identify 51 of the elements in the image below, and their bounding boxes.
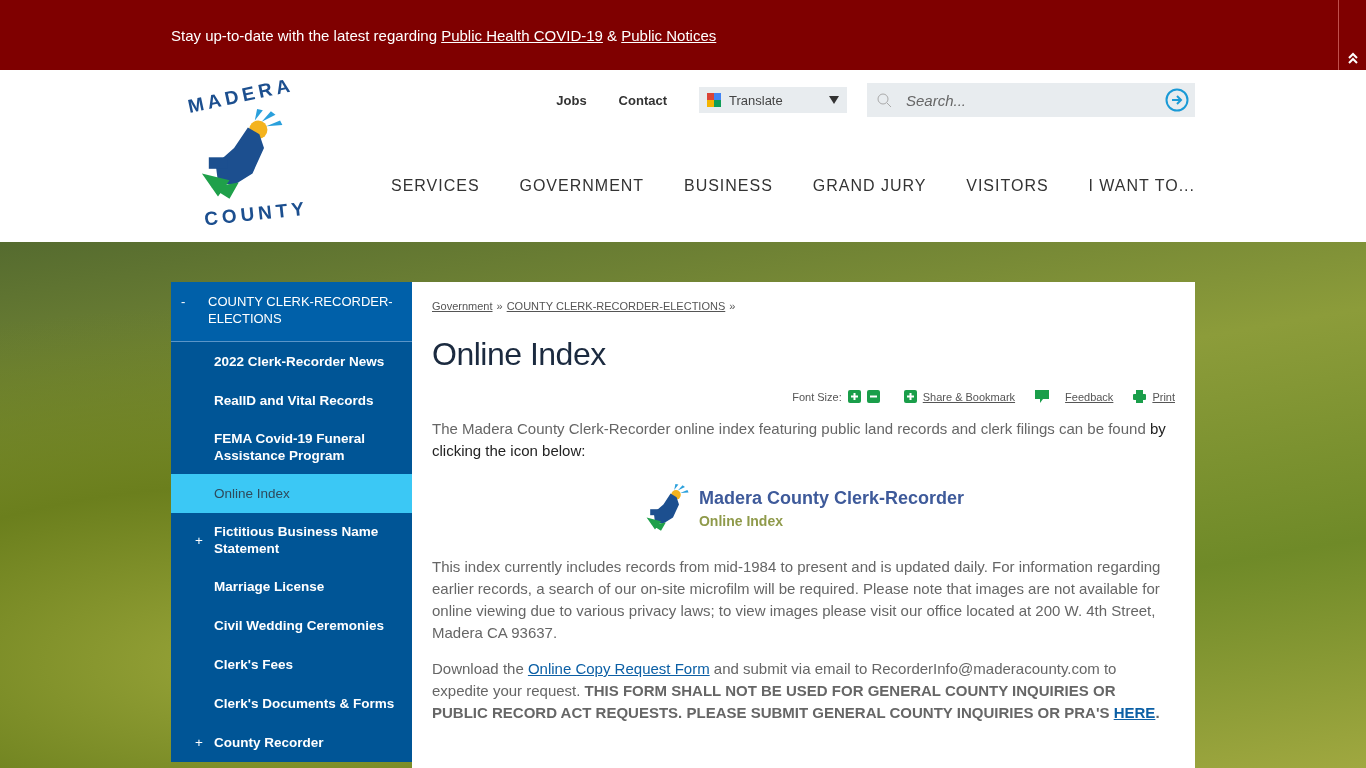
sidebar-item[interactable]: 2022 Clerk-Recorder News	[171, 342, 412, 381]
body-paragraph: Download the Online Copy Request Form and submit via email to RecorderInfo@maderacounty.com to expedite your request. THIS FORM SHALL NOT BE USED FOR GENERAL COUNTY INQUIRIES OR PUBLIC RECORD ACT REQUESTS. PLEASE SUBMIT GENERAL COUNTY INQUIRIES OR PRA'S HERE.	[432, 659, 1161, 723]
nav-link[interactable]: VISITORS	[966, 177, 1049, 195]
translate-logo-icon	[707, 93, 721, 107]
sidebar-item[interactable]: Clerk's Fees	[171, 645, 412, 684]
dropdown-caret-icon	[829, 96, 839, 104]
print-link[interactable]: Print	[1152, 390, 1175, 403]
speech-bubble-icon	[1035, 389, 1050, 404]
sidebar-item[interactable]: Online Index	[171, 474, 412, 513]
nav-link[interactable]: GRAND JURY	[812, 177, 927, 195]
sidebar-heading[interactable]: - COUNTY CLERK-RECORDER-ELECTIONS	[171, 282, 412, 342]
sidebar-item[interactable]: RealID and Vital Records	[171, 381, 412, 420]
text-link[interactable]: Online Copy Request Form	[527, 660, 710, 677]
arrow-circle-icon[interactable]	[1165, 88, 1189, 112]
font-size-label: Font Size:	[792, 390, 842, 403]
search-field[interactable]: Search...	[867, 83, 1195, 117]
decrease-font-icon[interactable]	[866, 390, 880, 403]
online-index-banner[interactable]: Madera County Clerk-Recorder Online Index	[432, 484, 1175, 532]
utility-link[interactable]: Contact	[618, 92, 667, 108]
body-paragraph: The Madera County Clerk-Recorder online index featuring public land records and clerk filings can be found by clicking the icon below:	[432, 419, 1167, 461]
plus-icon	[903, 390, 917, 403]
text-link[interactable]: HERE	[1113, 704, 1156, 721]
banner-title: Madera County Clerk-Recorder	[698, 487, 965, 509]
double-chevron-up-icon	[1346, 52, 1359, 64]
nav-link[interactable]: SERVICES	[391, 177, 480, 195]
translate-dropdown[interactable]: Translate	[699, 87, 847, 113]
sidebar-item[interactable]: Marriage License	[171, 567, 412, 606]
search-input[interactable]: Search...	[904, 90, 1153, 110]
sidebar-item[interactable]: + County Recorder	[171, 723, 412, 762]
nav-link[interactable]: BUSINESS	[683, 177, 773, 195]
banner-subtitle: Online Index	[698, 512, 784, 529]
breadcrumb-link[interactable]: Government	[432, 300, 493, 312]
breadcrumb-separator: »	[496, 300, 503, 312]
breadcrumb-separator: »	[729, 300, 736, 312]
breadcrumb-link[interactable]: COUNTY CLERK-RECORDER-ELECTIONS	[506, 300, 726, 312]
search-icon	[877, 92, 892, 108]
sidebar-item[interactable]: Clerk's Documents & Forms	[171, 684, 412, 723]
page-title: Online Index	[432, 336, 607, 373]
sidebar-item[interactable]: Civil Wedding Ceremonies	[171, 606, 412, 645]
share-link[interactable]: Share & Bookmark	[922, 390, 1016, 403]
body-paragraph: This index currently includes records from mid-1984 to present and is updated daily. For information regarding earlier records, a search of our on-site microfilm will be required. Please note that images are not available for online viewing due to various privacy laws; to view images please visit our office located at 200 W. 4th Street, Madera CA 93637.	[432, 557, 1162, 643]
feedback-link[interactable]: Feedback	[1065, 390, 1114, 403]
logo-bottom-text: COUNTY	[203, 197, 309, 231]
increase-font-icon[interactable]	[847, 390, 861, 403]
nav-link[interactable]: GOVERNMENT	[519, 177, 645, 195]
nav-link[interactable]: I WANT TO...	[1088, 177, 1195, 195]
sidebar-item[interactable]: FEMA Covid-19 Funeral Assistance Program	[171, 420, 412, 474]
utility-link[interactable]: Jobs	[556, 92, 587, 108]
alert-link[interactable]: Public Health COVID-19	[441, 26, 603, 44]
alert-message: Stay up-to-date with the latest regarding Public Health COVID-19 & Public Notices	[171, 26, 717, 44]
alert-link[interactable]: Public Notices	[621, 26, 717, 44]
